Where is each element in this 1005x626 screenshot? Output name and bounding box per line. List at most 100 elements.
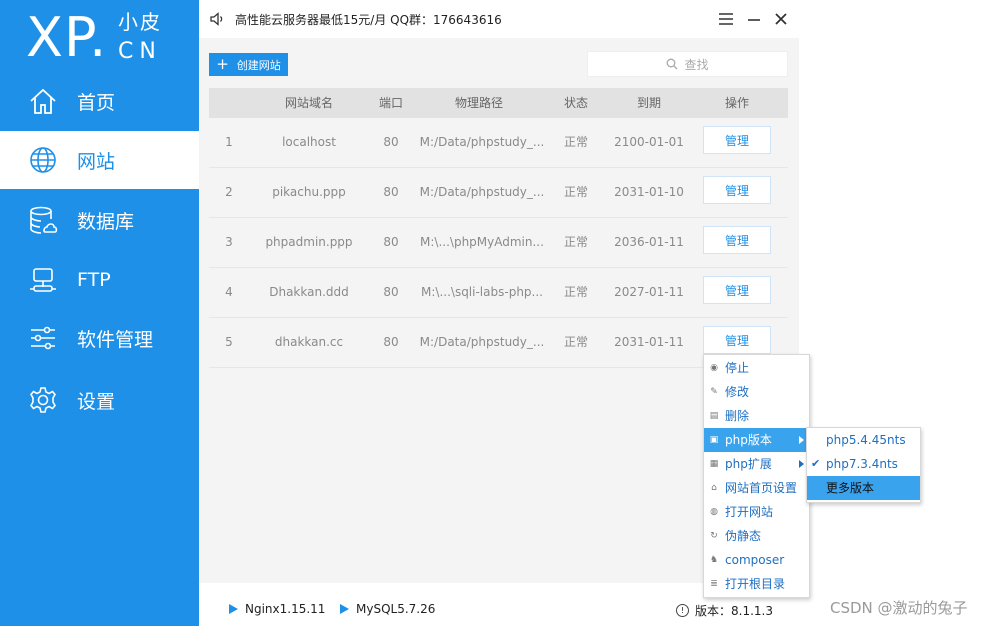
manage-button[interactable]: 管理 bbox=[703, 126, 771, 154]
menu-item-edit[interactable]: ✎ 修改 bbox=[704, 380, 809, 404]
stop-icon: ◉ bbox=[710, 363, 718, 373]
submenu-item-label: php7.3.4nts bbox=[826, 457, 898, 471]
manage-button[interactable]: 管理 bbox=[703, 326, 771, 354]
sidebar-item-website[interactable]: 网站 bbox=[0, 131, 199, 189]
table-row[interactable]: 2 pikachu.ppp 80 M:/Data/phpstudy_... 正常… bbox=[209, 168, 788, 218]
composer-icon: ♞ bbox=[709, 555, 719, 565]
table-row[interactable]: 4 Dhakkan.ddd 80 M:\...\sqli-labs-php...… bbox=[209, 268, 788, 318]
menu-item-stop[interactable]: ◉ 停止 bbox=[704, 356, 809, 380]
row-port: 80 bbox=[383, 285, 399, 299]
row-path: M:\...\phpMyAdmin... bbox=[420, 235, 544, 249]
row-port: 80 bbox=[383, 185, 399, 199]
row-index: 5 bbox=[225, 335, 233, 349]
logo-mark: XP. bbox=[26, 6, 108, 69]
menu-item-open-root[interactable]: ≣ 打开根目录 bbox=[704, 572, 809, 596]
sidebar-item-label: FTP bbox=[77, 269, 111, 291]
row-status: 正常 bbox=[563, 185, 588, 199]
row-domain: pikachu.ppp bbox=[272, 185, 346, 199]
row-domain: dhakkan.cc bbox=[274, 335, 344, 349]
manage-button[interactable]: 管理 bbox=[703, 276, 771, 304]
row-path: M:/Data/phpstudy_... bbox=[419, 335, 545, 349]
row-status: 正常 bbox=[563, 135, 588, 149]
menu-item-composer[interactable]: ♞ composer bbox=[704, 548, 809, 572]
sidebar: XP. 小皮 CN 首页 网站 数据库 FTP 软件管理 设置 bbox=[0, 0, 199, 626]
server-icon bbox=[30, 268, 56, 292]
menu-item-label: 打开根目录 bbox=[725, 577, 786, 591]
menu-item-open-website[interactable]: ◍ 打开网站 bbox=[704, 500, 809, 524]
submenu-item-php54[interactable]: php5.4.45nts bbox=[807, 428, 920, 452]
nginx-status[interactable]: Nginx1.15.11 bbox=[229, 602, 325, 616]
ad-banner-text[interactable]: 高性能云服务器最低15元/月 QQ群：176643616 bbox=[235, 11, 502, 28]
logo-top-text: 小皮 bbox=[118, 10, 162, 34]
watermark: CSDN @激动的兔子 bbox=[830, 599, 968, 617]
manage-button[interactable]: 管理 bbox=[703, 176, 771, 204]
row-path: M:\...\sqli-labs-php... bbox=[421, 285, 543, 299]
mysql-status[interactable]: MySQL5.7.26 bbox=[340, 602, 435, 616]
search-icon bbox=[667, 58, 678, 70]
row-index: 2 bbox=[225, 185, 233, 199]
row-domain: Dhakkan.ddd bbox=[269, 285, 349, 299]
submenu-item-label: php5.4.45nts bbox=[826, 433, 906, 447]
sidebar-item-home[interactable]: 首页 bbox=[0, 72, 199, 130]
row-port: 80 bbox=[383, 135, 399, 149]
header-path: 物理路径 bbox=[454, 96, 503, 110]
sidebar-item-software[interactable]: 软件管理 bbox=[0, 309, 199, 367]
play-icon bbox=[229, 604, 238, 614]
menu-item-label: 打开网站 bbox=[725, 505, 774, 519]
trash-icon: ▤ bbox=[709, 411, 719, 421]
table-row[interactable]: 5 dhakkan.cc 80 M:/Data/phpstudy_... 正常 … bbox=[209, 318, 788, 368]
header-expire: 到期 bbox=[636, 96, 661, 110]
database-icon bbox=[30, 206, 58, 234]
sidebar-item-ftp[interactable]: FTP bbox=[0, 251, 199, 309]
close-icon[interactable] bbox=[772, 10, 790, 28]
extension-icon: ▦ bbox=[709, 459, 719, 469]
sidebar-item-label: 软件管理 bbox=[77, 328, 154, 351]
manage-button[interactable]: 管理 bbox=[703, 226, 771, 254]
plus-icon: + bbox=[216, 55, 229, 73]
create-website-label: 创建网站 bbox=[236, 58, 281, 72]
version-info: ! 版本：8.1.1.3 bbox=[676, 602, 773, 619]
header-domain: 网站域名 bbox=[284, 96, 333, 110]
speaker-icon bbox=[210, 12, 223, 26]
header-action: 操作 bbox=[724, 96, 749, 110]
menu-item-label: 伪静态 bbox=[725, 529, 762, 543]
sidebar-item-label: 首页 bbox=[77, 91, 116, 114]
menu-item-label: php版本 bbox=[725, 433, 772, 447]
header-port: 端口 bbox=[378, 96, 403, 110]
menu-item-label: 停止 bbox=[725, 361, 750, 375]
search-input[interactable]: 查找 bbox=[587, 51, 788, 77]
header-status: 状态 bbox=[563, 96, 588, 110]
nginx-label: Nginx1.15.11 bbox=[245, 602, 326, 616]
row-port: 80 bbox=[383, 235, 399, 249]
home-icon: ⌂ bbox=[711, 483, 717, 493]
globe-icon bbox=[30, 147, 56, 173]
menu-item-delete[interactable]: ▤ 删除 bbox=[704, 404, 809, 428]
table-row[interactable]: 3 phpadmin.ppp 80 M:\...\phpMyAdmin... 正… bbox=[209, 218, 788, 268]
menu-icon[interactable] bbox=[717, 10, 735, 28]
create-website-button[interactable]: + 创建网站 bbox=[209, 53, 288, 76]
submenu-item-php73[interactable]: ✔ php7.3.4nts bbox=[807, 452, 920, 476]
version-label: 版本：8.1.1.3 bbox=[695, 604, 773, 618]
search-placeholder: 查找 bbox=[684, 57, 709, 72]
menu-item-rewrite[interactable]: ↻ 伪静态 bbox=[704, 524, 809, 548]
menu-item-label: 删除 bbox=[725, 409, 750, 423]
sidebar-item-settings[interactable]: 设置 bbox=[0, 371, 199, 429]
row-path: M:/Data/phpstudy_... bbox=[419, 185, 545, 199]
minimize-icon[interactable] bbox=[745, 10, 763, 28]
title-bar: 高性能云服务器最低15元/月 QQ群：176643616 bbox=[199, 0, 799, 38]
table-row[interactable]: 1 localhost 80 M:/Data/phpstudy_... 正常 2… bbox=[209, 118, 788, 168]
sidebar-item-database[interactable]: 数据库 bbox=[0, 191, 199, 249]
gear-icon bbox=[30, 387, 56, 413]
menu-item-homepage-settings[interactable]: ⌂ 网站首页设置 bbox=[704, 476, 809, 500]
submenu-item-more-versions[interactable]: 更多版本 bbox=[807, 476, 920, 500]
home-icon bbox=[30, 88, 56, 114]
menu-item-php-extension[interactable]: ▦ php扩展 bbox=[704, 452, 809, 476]
sidebar-item-label: 网站 bbox=[77, 150, 116, 173]
row-index: 4 bbox=[225, 285, 233, 299]
row-expire: 2031-01-11 bbox=[614, 335, 684, 349]
row-status: 正常 bbox=[563, 235, 588, 249]
menu-item-php-version[interactable]: ▣ php版本 bbox=[704, 428, 809, 452]
row-domain: localhost bbox=[282, 135, 336, 149]
sliders-icon bbox=[31, 326, 55, 350]
globe-icon: ◍ bbox=[710, 507, 718, 517]
